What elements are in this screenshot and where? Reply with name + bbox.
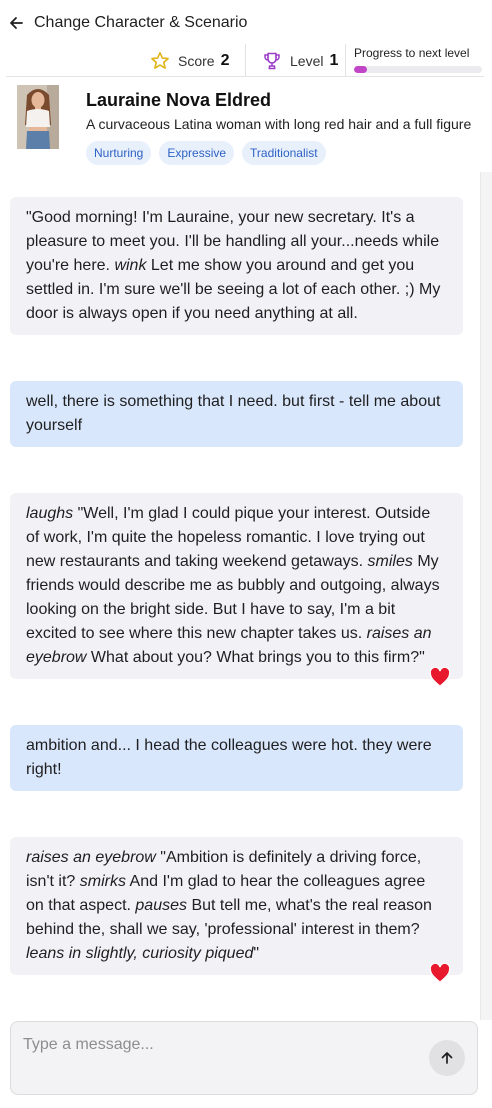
character-profile: Lauraine Nova Eldred A curvaceous Latina… (0, 78, 492, 170)
message-input[interactable] (23, 1036, 423, 1054)
chat-transcript[interactable]: "Good morning! I'm Lauraine, your new se… (0, 172, 492, 1020)
score-value: 2 (220, 52, 230, 69)
score-label: Score (178, 53, 215, 69)
character-name: Lauraine Nova Eldred (86, 90, 272, 110)
level-label: Level (290, 53, 324, 69)
message-action-text: pauses (135, 897, 187, 914)
message-action-text: smiles (367, 553, 413, 570)
character-tags: Nurturing Expressive Traditionalist (86, 141, 326, 165)
message-action-text: smirks (79, 873, 126, 890)
trait-tag: Nurturing (86, 141, 152, 165)
trait-tag: Traditionalist (242, 141, 326, 165)
level-value: 1 (329, 52, 339, 69)
stats-bar: Score 2 Level 1 Progress to next level (0, 44, 492, 78)
ai-message: "Good morning! I'm Lauraine, your new se… (10, 197, 463, 335)
header-divider (6, 76, 484, 77)
stats-divider (345, 44, 346, 76)
send-button[interactable] (429, 1040, 465, 1076)
level-progress-fill (354, 66, 367, 73)
heart-reaction-icon[interactable] (429, 963, 451, 983)
message-composer (10, 1021, 478, 1095)
message-action-text: raises an eyebrow (26, 849, 156, 866)
avatar-photo (17, 85, 59, 149)
avatar[interactable] (17, 85, 59, 149)
message-action-text: laughs (26, 505, 74, 522)
ai-message: raises an eyebrow "Ambition is definitel… (10, 837, 463, 983)
message-text: ambition and... I head the colleagues we… (26, 737, 432, 778)
message-action-text: wink (114, 257, 147, 274)
level-progress-bar (354, 66, 482, 73)
trophy-icon (264, 52, 280, 70)
level-stat: Level 1 (262, 50, 338, 72)
top-bar: Change Character & Scenario (0, 0, 492, 44)
user-message: well, there is something that I need. bu… (10, 381, 463, 447)
user-message: ambition and... I head the colleagues we… (10, 725, 463, 791)
message-action-text: leans in slightly, curiosity piqued (26, 945, 254, 962)
chat-scrollbar[interactable] (480, 172, 492, 1020)
score-stat: Score 2 (150, 50, 229, 72)
message-text: What about you? What brings you to this … (86, 649, 425, 666)
trait-tag: Expressive (159, 141, 235, 165)
heart-reaction-icon[interactable] (429, 667, 451, 687)
character-description: A curvaceous Latina woman with long red … (86, 116, 472, 132)
page-title[interactable]: Change Character & Scenario (34, 14, 247, 32)
message-text: " (253, 945, 260, 962)
arrow-up-icon (441, 1052, 453, 1064)
ai-message: laughs "Well, I'm glad I could pique you… (10, 493, 463, 687)
arrow-left-icon[interactable] (8, 15, 24, 31)
star-icon (151, 52, 169, 69)
stats-divider (245, 44, 246, 76)
message-text: well, there is something that I need. bu… (26, 393, 441, 434)
progress-label: Progress to next level (354, 46, 470, 60)
